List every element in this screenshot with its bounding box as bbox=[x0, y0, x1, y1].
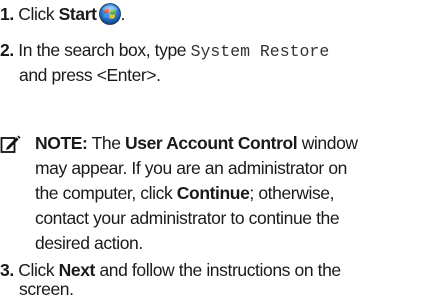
note-line-3: the computer, click Continue; otherwise, bbox=[35, 181, 335, 205]
step-3-number: 3. bbox=[0, 260, 14, 280]
step-3-line-2: screen. bbox=[19, 279, 74, 299]
step-1-text-before: Click bbox=[18, 4, 59, 24]
step-1: 1. Click Start . bbox=[0, 2, 125, 31]
step-2-command: System Restore bbox=[190, 42, 330, 61]
step-2-line-2: and press <Enter>. bbox=[19, 65, 161, 85]
note-l3-a: the computer, click bbox=[35, 183, 177, 203]
note-l1-c: window bbox=[297, 133, 358, 153]
note-line-5: desired action. bbox=[35, 233, 143, 253]
step-3-text-after: and follow the instructions on the bbox=[95, 260, 341, 280]
note-line-1: NOTE: The User Account Control window bbox=[35, 131, 358, 155]
note-uac-label: User Account Control bbox=[125, 133, 298, 153]
note-label: NOTE: bbox=[35, 133, 88, 153]
step-1-text-after: . bbox=[120, 4, 126, 24]
note-line-4: contact your administrator to continue t… bbox=[35, 208, 340, 228]
step-2-text-before: In the search box, type bbox=[18, 40, 191, 60]
note-l3-c: ; otherwise, bbox=[249, 183, 335, 203]
windows-start-orb-icon bbox=[98, 3, 121, 31]
pencil-note-icon bbox=[0, 132, 22, 159]
step-2-line-1: 2. In the search box, type System Restor… bbox=[0, 38, 329, 64]
instructions-page: 1. Click Start . 2. In the search box, t… bbox=[0, 0, 441, 300]
note-continue-label: Continue bbox=[176, 183, 250, 203]
note-line-2: may appear. If you are an administrator … bbox=[35, 158, 347, 178]
step-1-start-label: Start bbox=[58, 4, 97, 24]
step-1-number: 1. bbox=[0, 4, 14, 24]
note-l1-a: The bbox=[87, 133, 126, 153]
step-2-number: 2. bbox=[0, 40, 14, 60]
